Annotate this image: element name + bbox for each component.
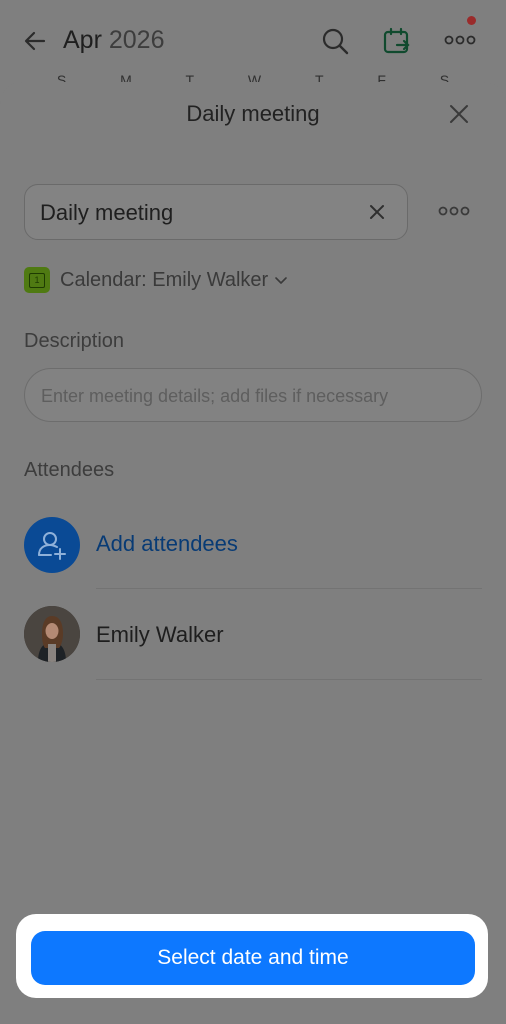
chevron-down-icon	[275, 277, 288, 284]
back-arrow-icon[interactable]	[22, 28, 48, 54]
meeting-title-input[interactable]	[40, 199, 350, 227]
divider	[96, 588, 482, 589]
calendar-selector[interactable]: 1 Calendar: Emily Walker	[24, 266, 288, 294]
select-date-time-button[interactable]: Select date and time	[31, 931, 475, 985]
add-attendees-button[interactable]: Add attendees	[24, 517, 482, 573]
calendar-icon: 1	[24, 267, 50, 293]
divider	[96, 679, 482, 680]
attendee-name: Emily Walker	[96, 622, 224, 647]
month-label: Apr	[63, 26, 102, 54]
attendee-row[interactable]: Emily Walker	[24, 606, 482, 664]
description-field[interactable]	[24, 368, 482, 422]
notification-dot	[467, 16, 476, 25]
add-person-icon	[38, 532, 66, 560]
close-icon[interactable]	[446, 101, 472, 127]
sheet-title: Daily meeting	[186, 101, 320, 126]
year-label: 2026	[108, 26, 165, 54]
avatar-photo	[24, 606, 80, 662]
attendees-label: Attendees	[24, 459, 115, 481]
add-attendee-avatar	[24, 517, 80, 573]
avatar	[24, 606, 80, 662]
calendar-label: Calendar: Emily Walker	[60, 268, 269, 291]
calendar-day: 1	[29, 273, 45, 288]
clear-icon[interactable]	[365, 200, 389, 224]
description-input[interactable]	[41, 383, 461, 409]
add-attendees-label: Add attendees	[96, 531, 238, 556]
calendar-share-icon[interactable]	[382, 26, 412, 56]
more-icon[interactable]	[444, 32, 476, 48]
description-label: Description	[24, 330, 125, 352]
more-icon[interactable]	[438, 203, 470, 219]
search-icon[interactable]	[320, 26, 350, 56]
meeting-title-field[interactable]	[24, 184, 408, 240]
month-title[interactable]: Apr 2026	[63, 26, 164, 55]
